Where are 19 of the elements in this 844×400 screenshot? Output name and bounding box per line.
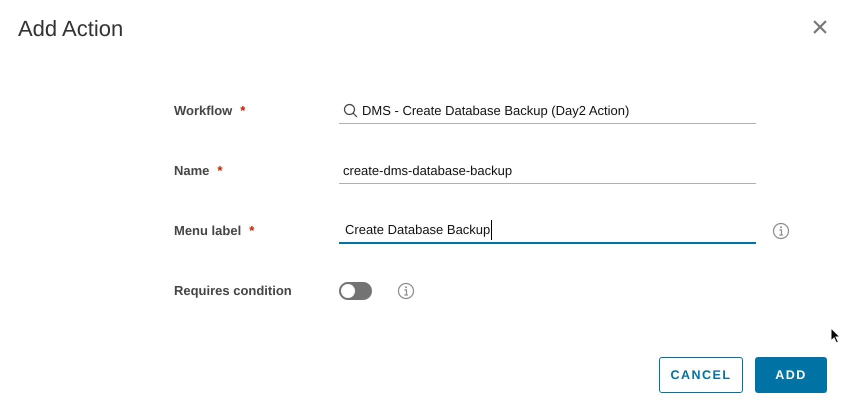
search-field[interactable]: DMS - Create Database Backup (Day2 Action) [339,98,756,124]
search-icon [343,103,358,118]
cancel-button[interactable]: CANCEL [659,357,743,393]
field-label: Name [174,162,210,180]
required-asterisk: * [240,102,246,120]
field-label: Workflow [174,102,232,120]
mouse-pointer-icon [830,327,841,344]
info-icon[interactable] [397,282,415,300]
dialog-title: Add Action [18,14,124,42]
required-asterisk: * [217,162,222,180]
input-field[interactable]: Create Database Backup [339,218,756,244]
toggle-switch[interactable] [339,282,372,300]
input-field[interactable]: create-dms-database-backup [339,158,756,184]
required-asterisk: * [249,222,254,240]
close-button[interactable]: × [810,16,830,40]
add-button[interactable]: ADD [755,357,827,393]
field-label: Requires condition [174,282,292,300]
field-label: Menu label [174,222,242,240]
info-icon[interactable] [772,222,790,240]
